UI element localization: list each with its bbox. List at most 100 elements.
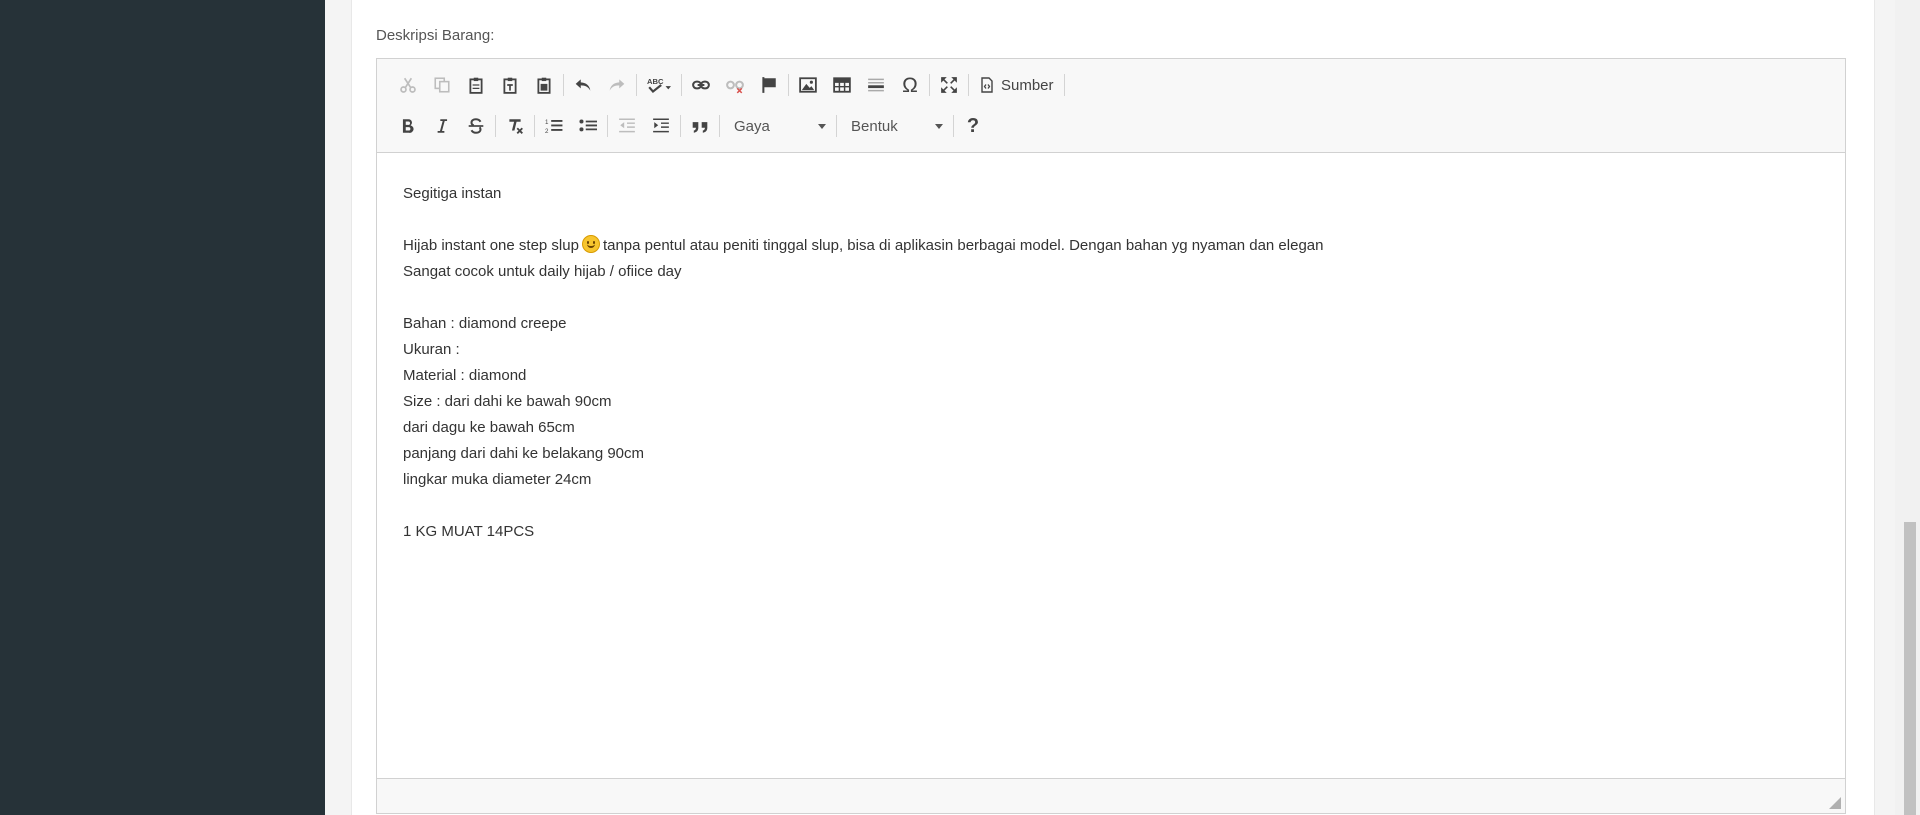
toolbar-row-2: 12 Gaya Bentuk ? bbox=[391, 110, 990, 142]
content-line: Size : dari dahi ke bawah 90cm bbox=[403, 393, 612, 410]
style-dropdown[interactable]: Gaya bbox=[722, 111, 834, 141]
undo-button[interactable] bbox=[566, 70, 600, 100]
horizontal-rule-button[interactable] bbox=[859, 70, 893, 100]
strikethrough-icon bbox=[468, 118, 484, 134]
svg-text:ABC: ABC bbox=[647, 77, 664, 86]
quote-icon bbox=[692, 122, 708, 133]
outdent-button[interactable] bbox=[610, 111, 644, 141]
format-dropdown[interactable]: Bentuk bbox=[839, 111, 951, 141]
content-text: tanpa pentul atau peniti tinggal slup, b… bbox=[602, 237, 1324, 254]
table-button[interactable] bbox=[825, 70, 859, 100]
toolbar-separator bbox=[836, 115, 837, 137]
remove-format-icon bbox=[509, 119, 523, 134]
toolbar-separator bbox=[534, 115, 535, 137]
rich-text-editor: ABC Ω Sumber 1 2 Gaya Bentuk ? Segitiga … bbox=[376, 58, 1846, 814]
outdent-icon bbox=[619, 118, 635, 133]
link-button[interactable] bbox=[684, 70, 718, 100]
help-button[interactable]: ? bbox=[956, 111, 990, 141]
paste-word-button[interactable] bbox=[527, 70, 561, 100]
bold-button[interactable] bbox=[391, 111, 425, 141]
link-icon bbox=[692, 80, 710, 90]
page-scrollbar[interactable] bbox=[1900, 0, 1920, 815]
maximize-icon bbox=[941, 77, 957, 93]
paste-text-button[interactable] bbox=[493, 70, 527, 100]
italic-icon bbox=[437, 119, 448, 133]
indent-button[interactable] bbox=[644, 111, 678, 141]
content-line: Material : diamond bbox=[403, 367, 527, 384]
bulleted-list-button[interactable] bbox=[571, 111, 605, 141]
content-line-with-emoji: Hijab instant one step slup tanpa pentul … bbox=[403, 233, 1819, 259]
unlink-button[interactable] bbox=[718, 70, 752, 100]
cut-button[interactable] bbox=[391, 70, 425, 100]
omega-icon: Ω bbox=[902, 73, 918, 97]
horizontal-rule-icon bbox=[868, 78, 884, 92]
clipboard-word-icon bbox=[537, 77, 551, 94]
toolbar-separator bbox=[719, 115, 720, 137]
image-icon bbox=[799, 77, 817, 93]
spellcheck-icon: ABC bbox=[647, 77, 671, 94]
bulleted-list-icon bbox=[579, 119, 597, 132]
toolbar-separator bbox=[953, 115, 954, 137]
redo-button[interactable] bbox=[600, 70, 634, 100]
indent-icon bbox=[653, 118, 669, 133]
content-line: dari dagu ke bawah 65cm bbox=[403, 419, 575, 436]
resize-handle-icon[interactable] bbox=[1829, 797, 1841, 809]
spellcheck-button[interactable]: ABC bbox=[639, 70, 679, 100]
maximize-button[interactable] bbox=[932, 70, 966, 100]
toolbar-row-1: ABC Ω Sumber bbox=[391, 69, 1067, 101]
numbered-list-icon: 12 bbox=[545, 119, 563, 135]
toolbar-separator bbox=[607, 115, 608, 137]
content-line: 1 KG MUAT 14PCS bbox=[403, 523, 535, 540]
content-line: Ukuran : bbox=[403, 341, 460, 358]
sidebar bbox=[0, 0, 325, 815]
paste-button[interactable] bbox=[459, 70, 493, 100]
bold-icon bbox=[402, 119, 414, 133]
toolbar-separator bbox=[1063, 74, 1065, 96]
italic-button[interactable] bbox=[425, 111, 459, 141]
special-char-button[interactable]: Ω bbox=[893, 70, 927, 100]
content-text: Hijab instant one step slup bbox=[403, 237, 579, 254]
chevron-down-icon bbox=[935, 123, 943, 129]
scrollbar-thumb[interactable] bbox=[1904, 522, 1916, 815]
flag-icon bbox=[762, 77, 776, 93]
strikethrough-button[interactable] bbox=[459, 111, 493, 141]
toolbar-separator bbox=[495, 115, 496, 137]
undo-icon bbox=[575, 79, 591, 91]
toolbar-separator bbox=[929, 74, 930, 96]
toolbar-separator bbox=[680, 115, 681, 137]
toolbar-separator bbox=[563, 74, 564, 96]
source-label: Sumber bbox=[1001, 76, 1054, 94]
question-mark-icon: ? bbox=[966, 115, 980, 137]
svg-text:2: 2 bbox=[545, 128, 549, 135]
image-button[interactable] bbox=[791, 70, 825, 100]
toolbar-separator bbox=[681, 74, 682, 96]
copy-button[interactable] bbox=[425, 70, 459, 100]
content-line: Segitiga instan bbox=[403, 185, 502, 202]
table-icon bbox=[833, 77, 851, 93]
clipboard-icon bbox=[469, 77, 483, 94]
blockquote-button[interactable] bbox=[683, 111, 717, 141]
content-line: panjang dari dahi ke belakang 90cm bbox=[403, 445, 645, 462]
style-dropdown-value: Gaya bbox=[734, 117, 770, 135]
anchor-button[interactable] bbox=[752, 70, 786, 100]
description-label: Deskripsi Barang: bbox=[376, 27, 495, 44]
editor-toolbar: ABC Ω Sumber 1 2 Gaya Bentuk ? bbox=[377, 59, 1845, 153]
chevron-down-icon bbox=[818, 123, 826, 129]
remove-format-button[interactable] bbox=[498, 111, 532, 141]
smiley-emoji-icon bbox=[581, 235, 600, 253]
clipboard-text-icon bbox=[503, 77, 517, 94]
copy-icon bbox=[434, 77, 450, 93]
content-line: Sangat cocok untuk daily hijab / ofiice … bbox=[403, 263, 682, 280]
source-icon bbox=[981, 77, 993, 93]
content-line: Bahan : diamond creepe bbox=[403, 315, 567, 332]
source-button[interactable]: Sumber bbox=[971, 70, 1062, 100]
numbered-list-button[interactable]: 12 bbox=[537, 111, 571, 141]
editor-content-area[interactable]: Segitiga instan Hijab instant one step s… bbox=[377, 153, 1845, 778]
redo-icon bbox=[609, 79, 625, 91]
toolbar-separator bbox=[788, 74, 789, 96]
content-line: lingkar muka diameter 24cm bbox=[403, 471, 592, 488]
unlink-icon bbox=[726, 80, 744, 94]
